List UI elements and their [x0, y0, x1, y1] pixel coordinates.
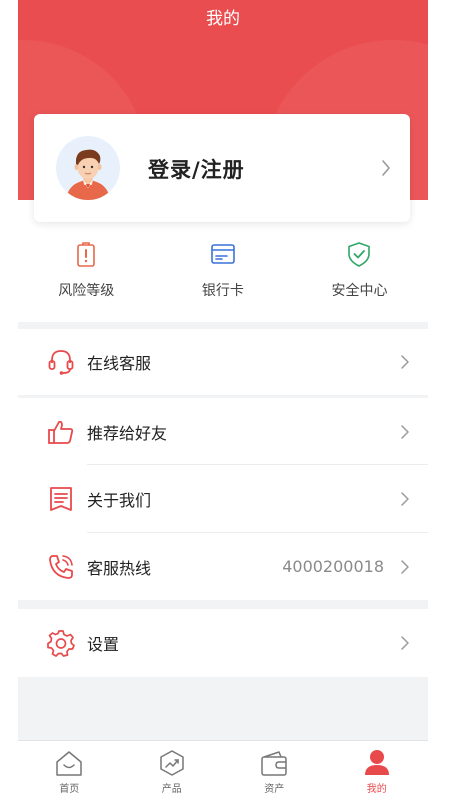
thumbs-up-icon [48, 420, 74, 444]
tab-label: 首页 [59, 784, 80, 795]
chevron-right-icon [382, 160, 390, 176]
avatar [56, 136, 120, 200]
menu-item-label: 推荐给好友 [87, 423, 168, 443]
menu-item-label: 关于我们 [87, 491, 152, 510]
phone-icon [49, 554, 73, 579]
menu-item-recommend[interactable]: 推荐给好友 [18, 398, 428, 465]
chevron-right-icon [401, 424, 409, 439]
tab-products[interactable]: 产品 [121, 741, 224, 800]
chevron-right-icon [401, 559, 409, 574]
tab-mine[interactable]: 我的 [326, 741, 429, 800]
chevron-right-icon [401, 355, 409, 369]
page-title: 我的 [206, 9, 240, 29]
menu-item-label: 设置 [87, 635, 120, 654]
quick-action-security-center[interactable]: 安全中心 [291, 240, 428, 320]
bottom-tab-bar: 首页 产品 资产 我的 [18, 740, 428, 800]
menu-group-service: 在线客服 [18, 329, 428, 395]
tab-label: 产品 [161, 784, 182, 795]
menu-item-settings[interactable]: 设置 [18, 609, 428, 677]
login-register-label: 登录/注册 [148, 158, 245, 182]
user-icon [364, 750, 389, 775]
avatar-icon [66, 149, 110, 200]
risk-level-icon [77, 242, 96, 267]
menu-item-online-service[interactable]: 在线客服 [18, 329, 428, 395]
quick-action-label: 安全中心 [331, 283, 388, 299]
quick-action-label: 风险等级 [58, 283, 115, 299]
hotline-number: 4000200018 [282, 557, 384, 576]
gear-icon [47, 630, 75, 657]
menu-item-label: 在线客服 [87, 354, 152, 373]
product-icon [160, 750, 184, 776]
chevron-right-icon [401, 636, 409, 650]
login-card[interactable]: 登录/注册 [34, 114, 410, 222]
shield-icon [348, 242, 371, 267]
document-icon [50, 487, 72, 511]
tab-label: 我的 [366, 784, 387, 795]
quick-action-bank-card[interactable]: 银行卡 [155, 240, 292, 320]
quick-action-label: 银行卡 [201, 283, 244, 299]
tab-home[interactable]: 首页 [18, 741, 121, 800]
tab-assets[interactable]: 资产 [223, 741, 326, 800]
menu-item-about-us[interactable]: 关于我们 [18, 465, 428, 533]
quick-action-risk-level[interactable]: 风险等级 [18, 240, 155, 320]
home-icon [56, 751, 82, 776]
headset-icon [48, 350, 74, 375]
bank-card-icon [211, 244, 235, 264]
menu-item-label: 客服热线 [87, 558, 152, 578]
menu-group-settings: 设置 [18, 609, 428, 677]
chevron-right-icon [401, 492, 409, 506]
quick-actions: 风险等级 银行卡 安全中心 [18, 240, 428, 320]
app-screen: 我的 登录/注册 风险等级 银行卡 安全中心 在线客服 推荐给好友 关于我们 客… [18, 0, 428, 800]
wallet-icon [261, 751, 287, 776]
menu-item-hotline[interactable]: 客服热线 4000200018 [18, 533, 428, 600]
tab-label: 资产 [264, 784, 285, 795]
menu-group-info: 推荐给好友 关于我们 客服热线 4000200018 [18, 398, 428, 600]
